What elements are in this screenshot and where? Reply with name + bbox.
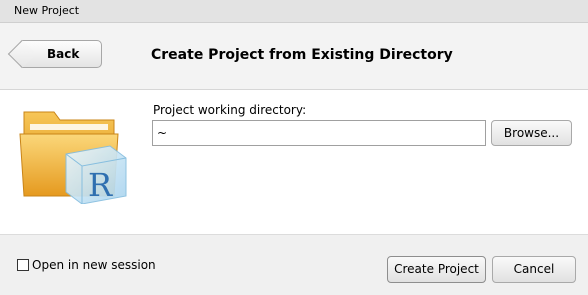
wizard-footer: Open in new session Create Project Cance… <box>0 235 588 295</box>
browse-button[interactable]: Browse... <box>491 120 572 146</box>
wizard-header: Back Create Project from Existing Direct… <box>0 23 588 90</box>
cancel-button[interactable]: Cancel <box>492 256 576 283</box>
wizard-body: R Project working directory: Browse... <box>0 90 588 235</box>
window-title: New Project <box>14 4 80 17</box>
back-button[interactable]: Back <box>20 40 102 68</box>
directory-input[interactable] <box>152 120 486 146</box>
open-new-session-label[interactable]: Open in new session <box>32 258 156 272</box>
open-new-session-checkbox[interactable] <box>17 259 29 271</box>
create-project-button[interactable]: Create Project <box>387 256 486 283</box>
r-project-folder-icon: R <box>19 111 127 204</box>
window-titlebar: New Project <box>0 0 588 23</box>
svg-text:R: R <box>88 166 113 204</box>
directory-label: Project working directory: <box>153 103 307 117</box>
back-button-label: Back <box>47 47 80 61</box>
page-title: Create Project from Existing Directory <box>151 47 453 63</box>
